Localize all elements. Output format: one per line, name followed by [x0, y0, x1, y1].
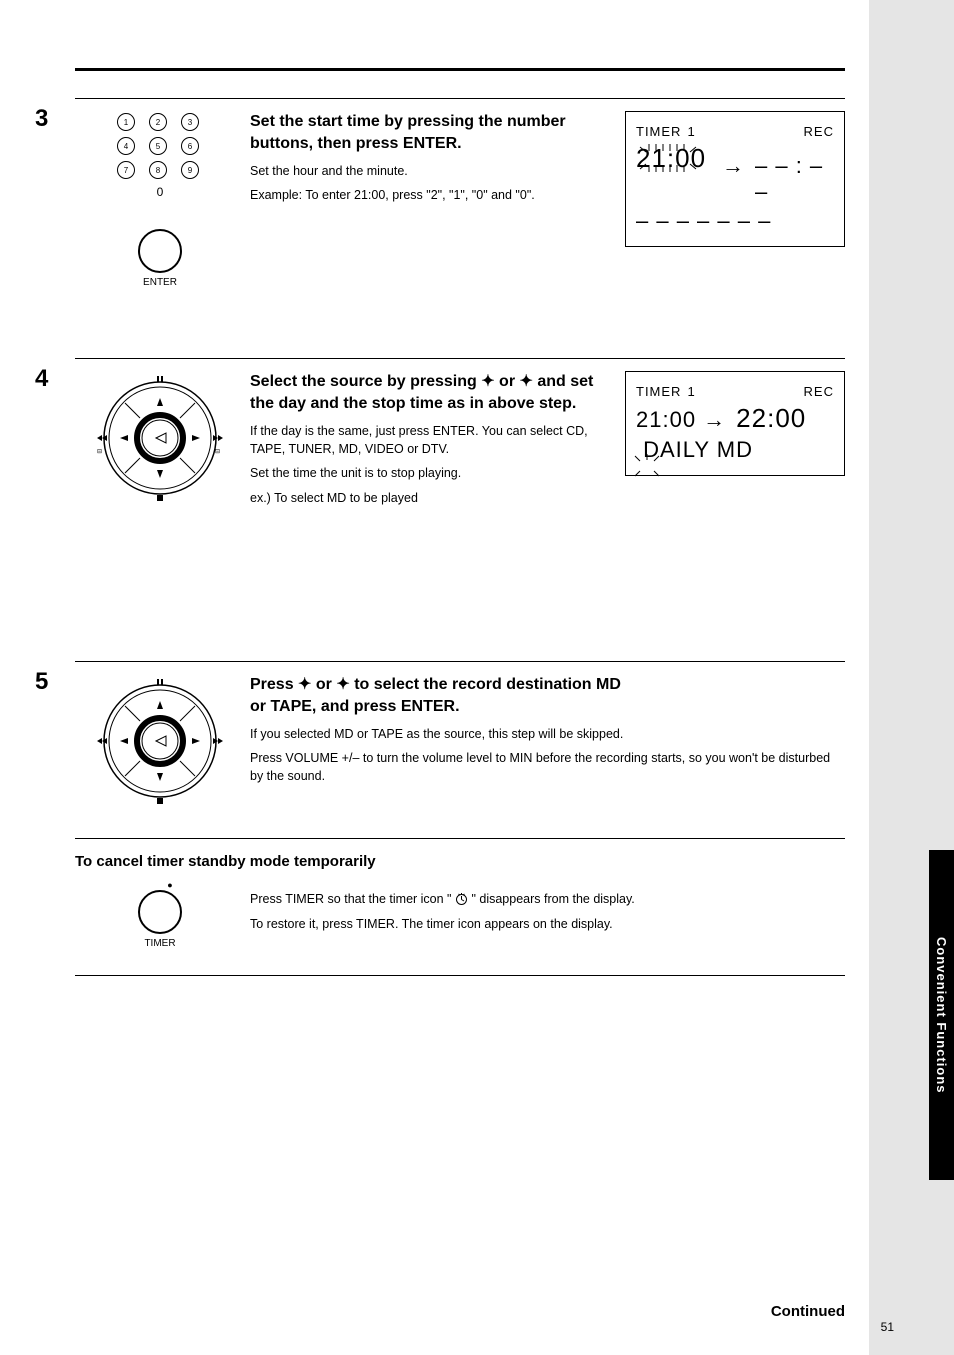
- display4-mode: REC: [804, 384, 834, 399]
- display4-timer-value: 1: [687, 384, 695, 399]
- display-panel-step4: TIMER 1 REC 21:00 → 22:00: [625, 371, 845, 476]
- flash-indicator-icon-2: [632, 453, 662, 479]
- step5-headline-l2: or TAPE, and press ENTER.: [250, 698, 460, 715]
- svg-text:⊟: ⊟: [97, 449, 102, 455]
- step4-para3: ex.) To select MD to be played: [250, 489, 615, 507]
- step-number-3: 3: [35, 105, 48, 133]
- top-rule: [75, 68, 845, 71]
- step5-para2: Press VOLUME +/– to turn the volume leve…: [250, 749, 835, 785]
- step-number-5: 5: [35, 668, 48, 696]
- step5-headline-l1: Press ✦ or ✦ to select the record destin…: [250, 676, 621, 693]
- step3-para2: Example: To enter 21:00, press "2", "1",…: [250, 186, 615, 204]
- step3-headline: Set the start time by pressing the numbe…: [250, 111, 615, 154]
- display4-timer-label: TIMER: [636, 384, 681, 399]
- display4-bigtime: 22:00: [736, 403, 806, 434]
- display3-dashes: – – : – –: [755, 153, 834, 205]
- display4-pretime: 21:00 →: [636, 407, 726, 433]
- cancel-heading: To cancel timer standby mode temporarily: [75, 853, 845, 870]
- continued-label: Continued: [771, 1303, 845, 1320]
- step4-headline: Select the source by pressing ✦ or ✦ and…: [250, 371, 615, 414]
- step4-para1: If the day is the same, just press ENTER…: [250, 422, 615, 458]
- step5-headline: Press ✦ or ✦ to select the record destin…: [250, 674, 835, 717]
- enter-button-icon: [138, 229, 182, 273]
- display3-mode: REC: [804, 124, 834, 139]
- side-tab: Convenient Functions: [929, 850, 954, 1180]
- step5-para1: If you selected MD or TAPE as the source…: [250, 725, 835, 743]
- clock-icon: [455, 892, 468, 905]
- display3-line3: – – – – – – –: [636, 208, 834, 234]
- step4-headline-l2: the day and the stop time as in above st…: [250, 395, 576, 412]
- cancel-para1: Press TIMER so that the timer icon " " d…: [250, 890, 845, 908]
- cancel-p1-suffix: " disappears from the display.: [471, 892, 634, 906]
- step3-para1: Set the hour and the minute.: [250, 162, 615, 180]
- cancel-para2: To restore it, press TIMER. The timer ic…: [250, 915, 845, 933]
- cancel-p1-prefix: Press TIMER so that the timer icon ": [250, 892, 452, 906]
- timer-button-label: TIMER: [144, 938, 175, 949]
- navigation-pad-icon-2: [95, 676, 225, 806]
- display3-timer-value: 1: [687, 124, 695, 139]
- svg-text:⊟: ⊟: [215, 449, 220, 455]
- page-number: 51: [881, 1320, 894, 1334]
- enter-button-label: ENTER: [143, 277, 177, 288]
- display-panel-step3: TIMER 1 REC: [625, 111, 845, 247]
- footer: Continued 51: [75, 1303, 845, 1320]
- step4-headline-l1: Select the source by pressing ✦ or ✦ and…: [250, 373, 593, 390]
- step-number-4: 4: [35, 365, 48, 393]
- display3-arrow: →: [722, 153, 745, 179]
- number-pad-icon: 123 456 789 0: [117, 113, 203, 199]
- navigation-pad-icon: ⊟ ⊟: [95, 373, 225, 503]
- display3-timer-label: TIMER: [636, 124, 681, 139]
- display3-bigtime: 21:00: [636, 143, 702, 174]
- step4-para2: Set the time the unit is to stop playing…: [250, 464, 615, 482]
- timer-button-icon: [138, 890, 182, 934]
